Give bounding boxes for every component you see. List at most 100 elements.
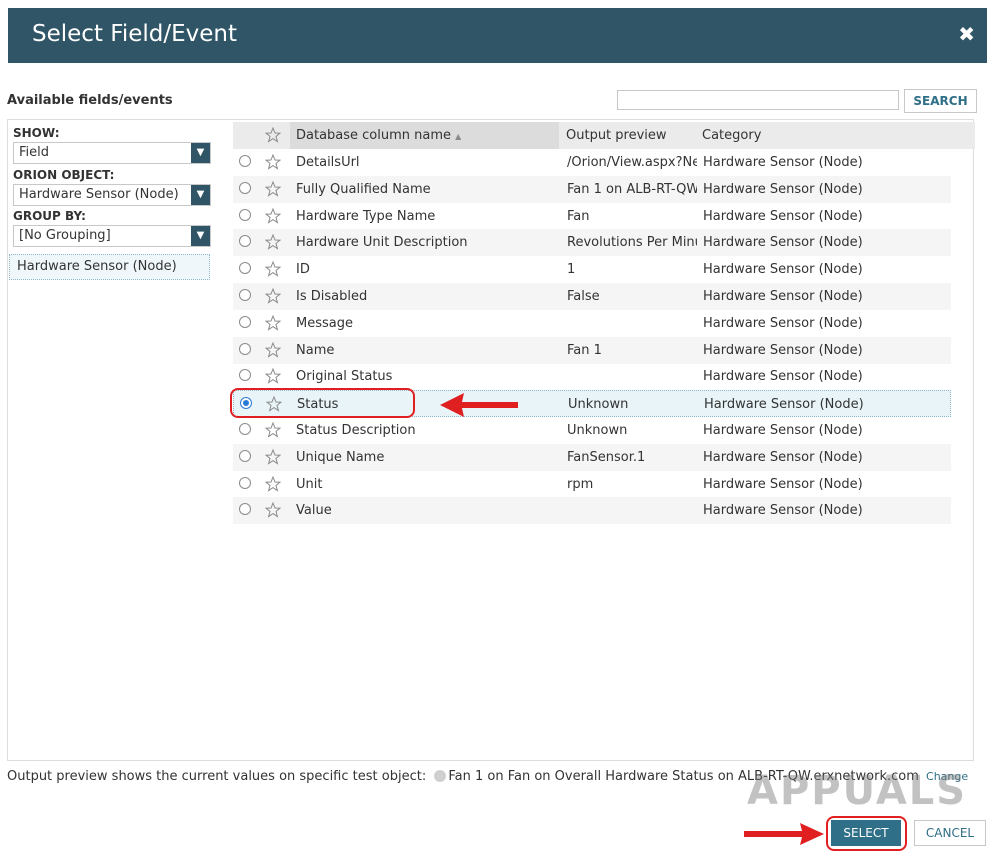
table-row[interactable]: Fully Qualified Name Fan 1 on ALB-RT-QW Ha… xyxy=(233,175,951,203)
orion-object-select[interactable]: Hardware Sensor (Node) ▼ xyxy=(13,184,211,206)
row-radio[interactable] xyxy=(240,397,252,410)
arrow-right-icon xyxy=(744,823,824,845)
table-row[interactable]: Value Hardware Sensor (Node) xyxy=(233,497,951,525)
change-link[interactable]: Change xyxy=(926,770,968,783)
group-item-hardware-sensor[interactable]: Hardware Sensor (Node) xyxy=(9,254,210,280)
row-category-cell: Hardware Sensor (Node) xyxy=(703,235,863,251)
sort-asc-icon: ▲ xyxy=(455,132,462,141)
star-icon[interactable] xyxy=(265,261,281,277)
column-header-name-label: Database column name xyxy=(296,128,452,143)
star-icon[interactable] xyxy=(265,448,281,465)
show-select-value: Field xyxy=(19,145,50,160)
row-name-cell: Fully Qualified Name xyxy=(296,181,431,197)
search-input[interactable] xyxy=(617,90,899,110)
row-name-cell: Original Status xyxy=(296,369,393,385)
table-row[interactable]: Unit rpm Hardware Sensor (Node) xyxy=(233,471,951,498)
row-radio[interactable] xyxy=(239,342,251,355)
close-icon[interactable]: ✖ xyxy=(958,22,975,46)
dialog-header: Select Field/Event ✖ xyxy=(8,8,987,63)
row-radio[interactable] xyxy=(239,476,251,489)
table-row[interactable]: Status Unknown Hardware Sensor (Node) xyxy=(233,390,951,418)
search-button[interactable]: SEARCH xyxy=(904,89,977,113)
available-fields-label: Available fields/events xyxy=(7,93,173,108)
cancel-button[interactable]: CANCEL xyxy=(914,820,986,846)
row-preview-cell: rpm xyxy=(567,476,594,492)
test-object-name: Fan 1 on Fan on Overall Hardware Status … xyxy=(448,769,919,784)
show-select[interactable]: Field ▼ xyxy=(13,142,211,164)
table-row[interactable]: DetailsUrl/Orion/View.aspx?Ne Hardware Se… xyxy=(233,149,951,176)
column-header-preview[interactable]: Output preview xyxy=(566,122,667,149)
row-name-cell: Name xyxy=(296,342,335,358)
star-icon[interactable] xyxy=(265,422,281,438)
row-category-cell: Hardware Sensor (Node) xyxy=(703,315,863,331)
column-header-category[interactable]: Category xyxy=(702,122,761,149)
star-icon[interactable] xyxy=(265,341,281,358)
row-category-cell: Hardware Sensor (Node) xyxy=(703,155,863,170)
row-radio[interactable] xyxy=(239,235,251,248)
row-radio[interactable] xyxy=(239,208,251,221)
row-radio[interactable] xyxy=(239,155,251,167)
orion-object-select-value: Hardware Sensor (Node) xyxy=(19,187,179,202)
row-name-cell: DetailsUrl xyxy=(296,155,360,170)
table-row[interactable]: ID 1 Hardware Sensor (Node) xyxy=(233,256,951,283)
output-preview-note-text: Output preview shows the current values … xyxy=(7,769,427,784)
star-icon[interactable] xyxy=(265,288,281,304)
star-icon[interactable] xyxy=(265,234,281,251)
star-icon[interactable] xyxy=(265,207,281,224)
row-preview-cell: Fan 1 xyxy=(567,342,602,358)
row-category-cell: Hardware Sensor (Node) xyxy=(703,423,863,438)
row-category-cell: Hardware Sensor (Node) xyxy=(703,476,863,492)
row-category-cell: Hardware Sensor (Node) xyxy=(703,503,863,519)
row-preview-cell: 1 xyxy=(567,262,576,278)
star-icon[interactable] xyxy=(265,154,281,170)
row-category-cell: Hardware Sensor (Node) xyxy=(703,289,863,304)
table-row[interactable]: Status Description Unknown Hardware Sensor… xyxy=(233,417,951,444)
table-row[interactable]: Unique Name FanSensor.1 Hardware Sensor (N… xyxy=(233,443,951,471)
row-preview-cell: Fan 1 on ALB-RT-QW xyxy=(567,181,697,197)
row-radio[interactable] xyxy=(239,423,251,435)
star-icon[interactable] xyxy=(265,368,281,385)
row-name-cell: Unique Name xyxy=(296,449,385,465)
row-category-cell: Hardware Sensor (Node) xyxy=(703,208,863,224)
dialog-title: Select Field/Event xyxy=(32,21,237,47)
table-row[interactable]: Name Fan 1 Hardware Sensor (Node) xyxy=(233,336,951,364)
table-row[interactable]: Hardware Type Name Fan Hardware Sensor (No… xyxy=(233,203,951,230)
select-button[interactable]: SELECT xyxy=(831,820,901,846)
row-radio[interactable] xyxy=(239,181,251,194)
row-category-cell: Hardware Sensor (Node) xyxy=(703,342,863,358)
row-category-cell: Hardware Sensor (Node) xyxy=(704,397,864,413)
star-icon[interactable] xyxy=(265,314,281,331)
table-row[interactable]: Original Status Hardware Sensor (Node) xyxy=(233,363,951,390)
row-preview-cell: Fan xyxy=(567,208,590,224)
table-row[interactable]: Is Disabled False Hardware Sensor (Node) xyxy=(233,283,951,310)
row-name-cell: Message xyxy=(296,315,353,331)
table-row[interactable]: Hardware Unit Description Revolutions Per… xyxy=(233,229,951,257)
row-name-cell: Hardware Type Name xyxy=(296,208,436,224)
row-radio[interactable] xyxy=(239,369,251,382)
star-icon[interactable] xyxy=(265,475,281,492)
row-radio[interactable] xyxy=(239,503,251,516)
group-by-label: GROUP BY: xyxy=(13,209,86,223)
row-category-cell: Hardware Sensor (Node) xyxy=(703,262,863,278)
group-by-select[interactable]: [No Grouping] ▼ xyxy=(13,225,211,247)
row-radio[interactable] xyxy=(239,262,251,275)
star-icon[interactable] xyxy=(265,180,281,197)
row-name-cell: Value xyxy=(296,503,332,519)
row-preview-cell: Unknown xyxy=(568,397,629,413)
row-radio[interactable] xyxy=(239,449,251,462)
chevron-down-icon: ▼ xyxy=(191,226,210,246)
row-preview-cell: False xyxy=(567,289,600,304)
orion-object-label: ORION OBJECT: xyxy=(13,168,115,182)
star-icon[interactable] xyxy=(266,396,282,412)
row-category-cell: Hardware Sensor (Node) xyxy=(703,181,863,197)
column-header-name[interactable]: Database column name ▲ xyxy=(290,122,559,149)
row-preview-cell: /Orion/View.aspx?Ne xyxy=(567,155,697,170)
row-radio[interactable] xyxy=(239,289,251,301)
table-row[interactable]: Message Hardware Sensor (Node) xyxy=(233,310,951,337)
row-category-cell: Hardware Sensor (Node) xyxy=(703,449,863,465)
row-radio[interactable] xyxy=(239,315,251,328)
star-icon[interactable] xyxy=(265,127,281,143)
row-name-cell: Unit xyxy=(296,476,323,492)
star-icon[interactable] xyxy=(265,502,281,519)
table-header: Database column name ▲ Output preview Ca… xyxy=(233,122,975,149)
